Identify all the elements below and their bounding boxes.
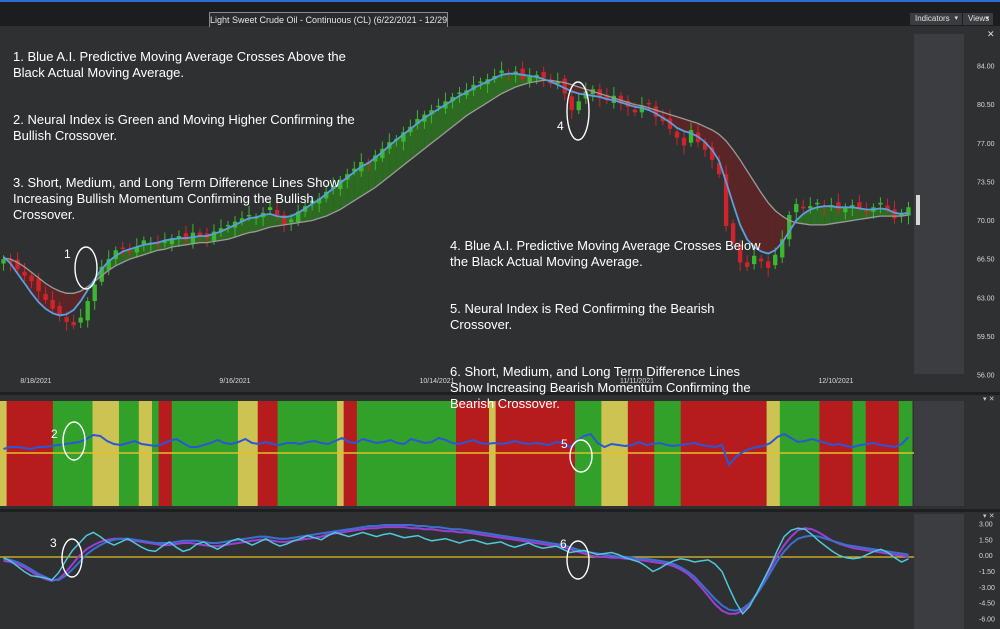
price-y-tick-label: 80.50 xyxy=(977,102,995,109)
note-2: 2. Neural Index is Green and Moving High… xyxy=(13,112,355,143)
price-y-tick-label: 70.00 xyxy=(977,218,995,225)
bullish-fill-segment xyxy=(817,206,825,225)
candle-down xyxy=(801,206,806,209)
panel-divider xyxy=(0,509,1000,512)
candle-up xyxy=(478,81,483,83)
candle-up xyxy=(808,206,813,209)
candle-down xyxy=(57,306,62,315)
candle-down xyxy=(681,137,687,146)
difference-y-tick-label: -1.50 xyxy=(979,569,995,576)
difference-y-axis: 3.00 1.50 0.00 -1.50 -3.00 -4.50 -6.00 xyxy=(979,521,995,623)
difference-y-tick-label: 3.00 xyxy=(979,521,993,528)
candle-down xyxy=(562,78,567,94)
candle-down xyxy=(541,72,546,79)
svg-text:✕: ✕ xyxy=(987,30,995,40)
date-x-tick-label: 8/18/2021 xyxy=(20,378,51,385)
candle-down xyxy=(674,131,680,138)
note-3: 3. Short, Medium, and Long Term Differen… xyxy=(13,175,340,222)
difference-y-tick-label: -6.00 xyxy=(979,617,995,624)
panel-close-icon[interactable]: ✕ xyxy=(987,30,995,40)
price-future-zone xyxy=(914,34,964,374)
candle-up xyxy=(85,301,90,321)
candle-down xyxy=(71,322,76,326)
price-y-tick-label: 56.00 xyxy=(977,373,995,380)
candle-up xyxy=(815,202,820,205)
svg-text:▾ ✕: ▾ ✕ xyxy=(983,395,995,403)
bullish-fill-segment xyxy=(824,206,832,225)
last-price-marker xyxy=(916,195,920,225)
candle-down xyxy=(50,299,55,309)
candle-down xyxy=(569,96,574,111)
price-y-tick-label: 84.00 xyxy=(977,64,995,71)
note-5: 5. Neural Index is Red Confirming the Be… xyxy=(450,301,715,332)
candle-up xyxy=(787,214,792,240)
candle-down xyxy=(29,275,34,282)
candle-down xyxy=(43,293,48,300)
price-y-tick-label: 63.00 xyxy=(977,295,995,302)
price-y-tick-label: 59.50 xyxy=(977,334,995,341)
difference-future-zone xyxy=(914,514,964,629)
marker-label-2: 2 xyxy=(51,427,58,441)
marker-label-6: 6 xyxy=(560,537,567,551)
difference-y-tick-label: -4.50 xyxy=(979,601,995,608)
candle-down xyxy=(64,317,69,323)
candle-up xyxy=(773,254,778,266)
neural-future-zone xyxy=(914,401,964,506)
candle-down xyxy=(22,271,27,276)
price-y-tick-label: 73.50 xyxy=(977,179,995,186)
candle-up xyxy=(78,317,83,323)
difference-y-tick-label: -3.00 xyxy=(979,585,995,592)
candle-up xyxy=(92,284,97,302)
note-1: 1. Blue A.I. Predictive Moving Average C… xyxy=(13,49,346,80)
date-x-tick-label: 9/16/2021 xyxy=(219,378,250,385)
candle-down xyxy=(864,211,869,213)
candle-down xyxy=(646,102,652,105)
price-y-tick-label: 66.50 xyxy=(977,257,995,264)
candle-up xyxy=(1,259,6,264)
candle-up xyxy=(878,202,883,205)
difference-y-tick-label: 0.00 xyxy=(979,553,993,560)
date-x-tick-label: 12/10/2021 xyxy=(818,378,853,385)
price-y-tick-label: 77.00 xyxy=(977,141,995,148)
price-y-axis: 84.00 80.50 77.00 73.50 70.00 66.50 63.00 59.50… xyxy=(977,64,995,380)
candle-up xyxy=(499,70,504,74)
candle-up xyxy=(527,77,532,83)
candle-up xyxy=(576,101,581,111)
note-6: 6. Short, Medium, and Long Term Differen… xyxy=(450,364,751,411)
chevron-down-icon[interactable]: ▾ ✕ xyxy=(983,512,995,520)
chevron-down-icon[interactable]: ▾ ✕ xyxy=(983,395,995,403)
bullish-fill-segment xyxy=(852,207,860,221)
candle-down xyxy=(632,109,638,113)
candle-up xyxy=(906,207,911,216)
candle-down xyxy=(836,202,841,210)
svg-text:▾ ✕: ▾ ✕ xyxy=(983,512,995,520)
candle-up xyxy=(457,92,462,95)
candle-up xyxy=(794,203,799,213)
annotation-notes-left: 1. Blue A.I. Predictive Moving Average C… xyxy=(13,33,373,254)
marker-label-4: 4 xyxy=(557,119,564,133)
difference-y-tick-label: 1.50 xyxy=(979,537,993,544)
annotation-notes-right: 4. Blue A.I. Predictive Moving Average C… xyxy=(450,222,770,443)
candle-down xyxy=(36,278,41,292)
note-4: 4. Blue A.I. Predictive Moving Average C… xyxy=(450,238,761,269)
marker-label-3: 3 xyxy=(50,536,57,550)
